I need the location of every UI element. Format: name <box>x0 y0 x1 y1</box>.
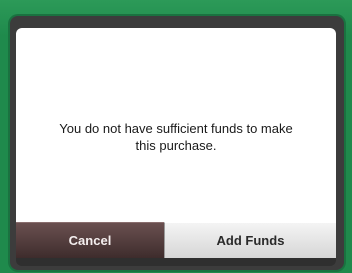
dialog-message: You do not have sufficient funds to make… <box>59 121 293 153</box>
dialog-button-row: Cancel Add Funds <box>16 222 336 258</box>
cancel-button[interactable]: Cancel <box>16 222 164 258</box>
dialog-body: You do not have sufficient funds to make… <box>16 28 336 222</box>
dialog-frame-bottom <box>16 258 336 266</box>
add-funds-button[interactable]: Add Funds <box>164 222 336 258</box>
